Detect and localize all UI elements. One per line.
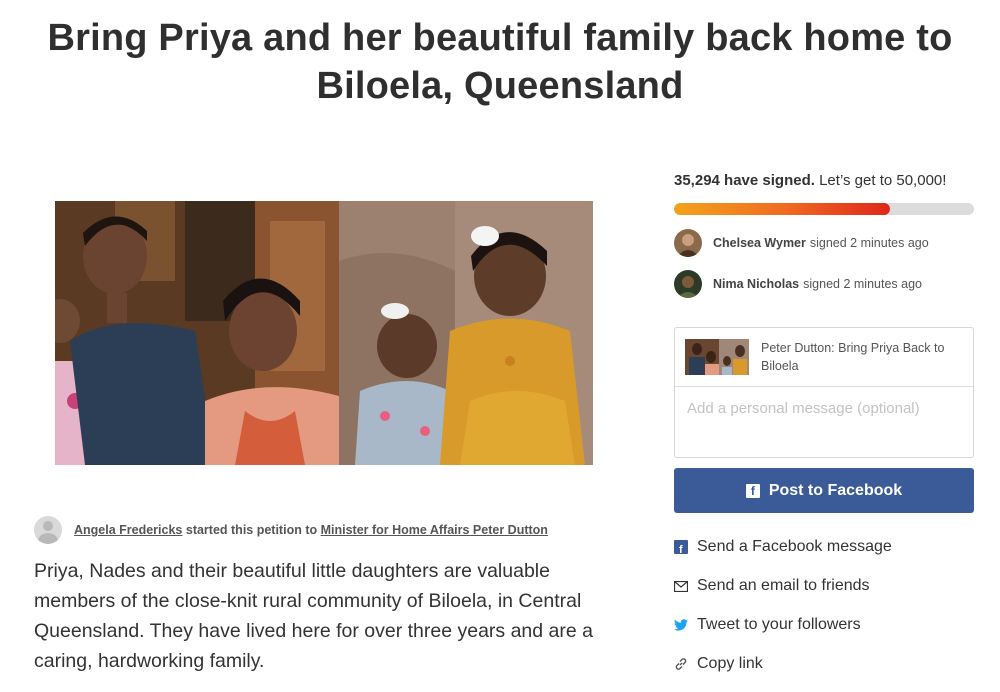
link-icon: [674, 657, 688, 671]
recent-signer: Nima Nicholas signed 2 minutes ago: [674, 269, 922, 299]
petition-description: Priya, Nades and their beautiful little …: [34, 560, 593, 672]
petition-photo: [55, 201, 593, 465]
post-to-facebook-button[interactable]: f Post to Facebook: [674, 468, 974, 513]
petition-title: Bring Priya and her beautiful family bac…: [47, 17, 953, 107]
signer-name: Chelsea Wymer: [713, 236, 806, 250]
signature-goal-text: Let’s get to 50,000!: [819, 172, 947, 189]
copy-link[interactable]: Copy link: [674, 652, 763, 676]
petition-target-link[interactable]: Minister for Home Affairs Peter Dutton: [321, 523, 548, 537]
signer-avatar: [674, 270, 702, 298]
facebook-icon: f: [674, 540, 688, 554]
signer-name: Nima Nicholas: [713, 277, 800, 291]
facebook-icon: f: [745, 483, 760, 498]
starter-text: started this petition to: [182, 523, 321, 537]
share-preview-title: Peter Dutton: Bring Priya Back to Biloel…: [761, 341, 945, 373]
petition-starter: Angela Fredericks started this petition …: [34, 516, 548, 544]
post-to-facebook-label: Post to Facebook: [768, 481, 903, 499]
signature-count: 35,294 have signed. Let’s get to 50,000!: [674, 172, 946, 189]
signer-avatar: [674, 229, 702, 257]
signature-count-text: 35,294 have signed.: [674, 172, 815, 189]
starter-name-link[interactable]: Angela Fredericks: [74, 523, 182, 537]
share-preview-box: Peter Dutton: Bring Priya Back to Biloel…: [674, 327, 974, 458]
recent-signer: Chelsea Wymer signed 2 minutes ago: [674, 228, 929, 258]
personal-message-input[interactable]: Add a personal message (optional): [687, 400, 920, 417]
signer-action: signed 2 minutes ago: [803, 277, 922, 291]
tweet-link[interactable]: Tweet to your followers: [674, 613, 861, 637]
svg-text:f: f: [679, 544, 683, 554]
share-preview-thumbnail: [685, 339, 749, 375]
signature-progress-fill: [674, 203, 890, 215]
twitter-icon: [674, 618, 688, 632]
share-option-label: Tweet to your followers: [697, 616, 861, 633]
share-option-label: Send a Facebook message: [697, 538, 892, 555]
starter-avatar: [34, 516, 62, 544]
signer-action: signed 2 minutes ago: [809, 236, 929, 250]
share-preview: Peter Dutton: Bring Priya Back to Biloel…: [675, 328, 973, 387]
send-facebook-message-link[interactable]: f Send a Facebook message: [674, 535, 892, 559]
share-option-label: Copy link: [697, 655, 763, 672]
share-option-label: Send an email to friends: [697, 577, 870, 594]
signature-progress-bar: [674, 203, 974, 215]
email-icon: [674, 579, 688, 593]
send-email-link[interactable]: Send an email to friends: [674, 574, 870, 598]
